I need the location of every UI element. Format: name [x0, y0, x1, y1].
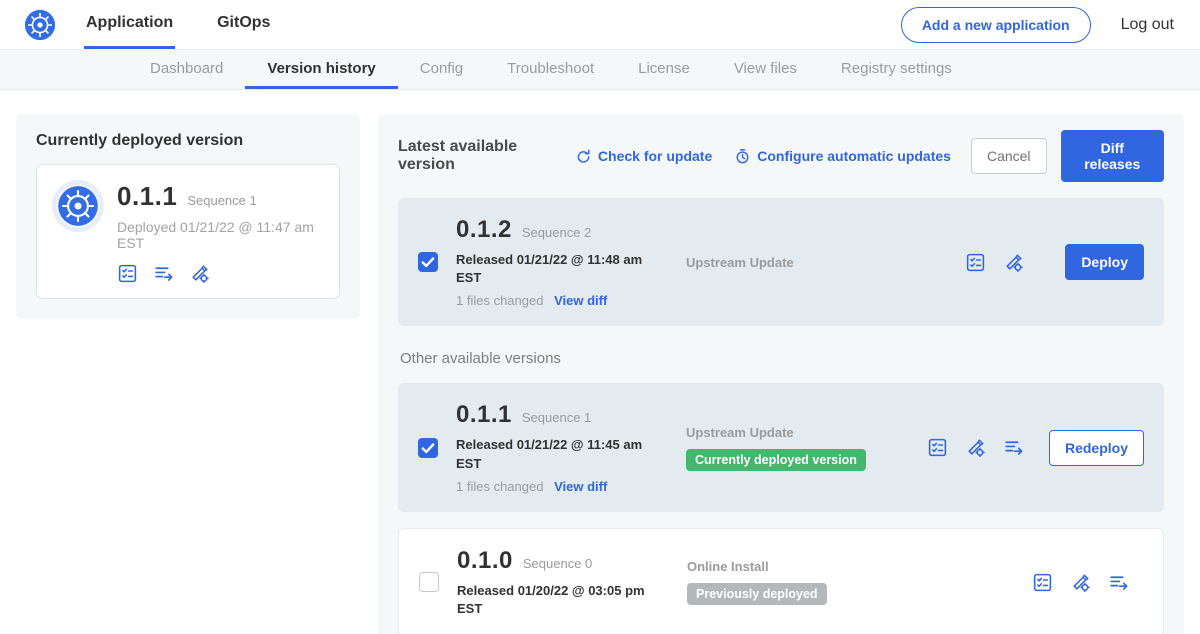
action-slot: Redeploy [1048, 430, 1144, 466]
view-diff-link[interactable]: View diff [554, 479, 607, 494]
release-notes-icon[interactable] [1032, 572, 1053, 593]
deploy-logs-icon[interactable] [1108, 572, 1129, 593]
version-info: 0.1.0 Sequence 0 Released 01/20/22 @ 03:… [457, 547, 669, 618]
version-source: Online Install Previously deployed [687, 559, 892, 605]
deploy-logs-icon[interactable] [1003, 437, 1024, 458]
subnav-label: Config [420, 60, 463, 77]
action-slot: Deploy [1048, 244, 1144, 280]
deploy-logs-icon[interactable] [153, 263, 174, 284]
kubernetes-logo-icon[interactable] [24, 9, 56, 41]
version-checkbox[interactable] [418, 252, 438, 272]
configure-automatic-updates-label: Configure automatic updates [757, 148, 951, 164]
other-versions-title: Other available versions [400, 350, 1162, 367]
subnav-item-config[interactable]: Config [398, 50, 485, 89]
currently-deployed-badge: Currently deployed version [686, 449, 866, 471]
version-number: 0.1.1 [456, 401, 512, 429]
version-source: Upstream Update Currently deployed versi… [686, 425, 891, 471]
subnav-item-license[interactable]: License [616, 50, 712, 89]
diff-releases-button[interactable]: Diff releases [1061, 130, 1164, 182]
row-actions [965, 252, 1024, 273]
add-application-button[interactable]: Add a new application [901, 7, 1091, 43]
tab-gitops-label: GitOps [217, 14, 270, 32]
deployed-timestamp: Deployed 01/21/22 @ 11:47 am EST [117, 219, 323, 251]
release-notes-icon[interactable] [927, 437, 948, 458]
subnav-label: View files [734, 60, 797, 77]
currently-deployed-panel: Currently deployed version 0.1.1 Sequenc… [16, 114, 360, 319]
main-content: Currently deployed version 0.1.1 Sequenc… [0, 90, 1200, 634]
check-for-update-label: Check for update [598, 148, 712, 164]
files-changed-label: 1 files changed [456, 479, 543, 494]
row-actions [1032, 572, 1129, 593]
release-notes-icon[interactable] [965, 252, 986, 273]
configure-automatic-updates-link[interactable]: Configure automatic updates [734, 148, 951, 165]
logout-link[interactable]: Log out [1121, 16, 1174, 34]
sequence-label: Sequence 2 [522, 225, 591, 240]
files-changed-label: 1 files changed [456, 293, 543, 308]
source-label: Online Install [687, 559, 892, 574]
top-navbar: Application GitOps Add a new application… [0, 0, 1200, 49]
subnav-label: Version history [267, 60, 375, 77]
files-changed-line: 1 files changed View diff [456, 479, 668, 494]
edit-config-icon[interactable] [965, 437, 986, 458]
deploy-button[interactable]: Deploy [1065, 244, 1144, 280]
subnav-item-view-files[interactable]: View files [712, 50, 819, 89]
subnav-item-version-history[interactable]: Version history [245, 50, 397, 89]
edit-config-icon[interactable] [1003, 252, 1024, 273]
released-timestamp: Released 01/20/22 @ 03:05 pm EST [457, 582, 652, 618]
deployed-version-details: 0.1.1 Sequence 1 Deployed 01/21/22 @ 11:… [117, 181, 323, 284]
deployed-sequence-label: Sequence 1 [187, 193, 256, 208]
check-for-update-link[interactable]: Check for update [575, 148, 712, 165]
subnav-label: License [638, 60, 690, 77]
version-checkbox[interactable] [419, 572, 439, 592]
deployed-version-number: 0.1.1 [117, 181, 177, 212]
version-info: 0.1.2 Sequence 2 Released 01/21/22 @ 11:… [456, 216, 668, 308]
edit-config-icon[interactable] [1070, 572, 1091, 593]
source-label: Upstream Update [686, 255, 891, 270]
released-timestamp: Released 01/21/22 @ 11:48 am EST [456, 251, 651, 287]
subnav-item-dashboard[interactable]: Dashboard [128, 50, 245, 89]
currently-deployed-title: Currently deployed version [36, 132, 340, 150]
version-row: 0.1.0 Sequence 0 Released 01/20/22 @ 03:… [398, 528, 1164, 634]
released-timestamp: Released 01/21/22 @ 11:45 am EST [456, 436, 651, 472]
deployed-actions [117, 263, 323, 284]
subnav-label: Registry settings [841, 60, 952, 77]
version-info: 0.1.1 Sequence 1 Released 01/21/22 @ 11:… [456, 401, 668, 493]
sequence-label: Sequence 0 [523, 556, 592, 571]
release-notes-icon[interactable] [117, 263, 138, 284]
version-history-panel: Latest available version Check for updat… [378, 114, 1184, 634]
version-number: 0.1.2 [456, 216, 512, 244]
version-number: 0.1.0 [457, 547, 513, 575]
cancel-button[interactable]: Cancel [971, 138, 1047, 174]
app-kubernetes-icon [57, 185, 99, 227]
sequence-label: Sequence 1 [522, 410, 591, 425]
version-source: Upstream Update [686, 255, 891, 270]
tab-application[interactable]: Application [84, 0, 175, 49]
row-actions [927, 437, 1024, 458]
version-checkbox[interactable] [418, 438, 438, 458]
tab-gitops[interactable]: GitOps [215, 0, 272, 49]
subnav-label: Dashboard [150, 60, 223, 77]
source-label: Upstream Update [686, 425, 891, 440]
redeploy-button[interactable]: Redeploy [1049, 430, 1144, 466]
view-diff-link[interactable]: View diff [554, 293, 607, 308]
refresh-icon [575, 148, 592, 165]
schedule-clock-icon [734, 148, 751, 165]
edit-config-icon[interactable] [189, 263, 210, 284]
version-row: 0.1.2 Sequence 2 Released 01/21/22 @ 11:… [398, 198, 1164, 326]
version-row: 0.1.1 Sequence 1 Released 01/21/22 @ 11:… [398, 383, 1164, 511]
tab-application-label: Application [86, 14, 173, 32]
subnav-item-troubleshoot[interactable]: Troubleshoot [485, 50, 616, 89]
previously-deployed-badge: Previously deployed [687, 583, 827, 605]
files-changed-line: 1 files changed View diff [456, 293, 668, 308]
deployed-version-card: 0.1.1 Sequence 1 Deployed 01/21/22 @ 11:… [36, 164, 340, 299]
latest-version-title: Latest available version [398, 138, 553, 174]
subnav-item-registry-settings[interactable]: Registry settings [819, 50, 974, 89]
sub-navbar: Dashboard Version history Config Trouble… [0, 49, 1200, 90]
subnav-label: Troubleshoot [507, 60, 594, 77]
latest-version-header: Latest available version Check for updat… [398, 130, 1164, 182]
